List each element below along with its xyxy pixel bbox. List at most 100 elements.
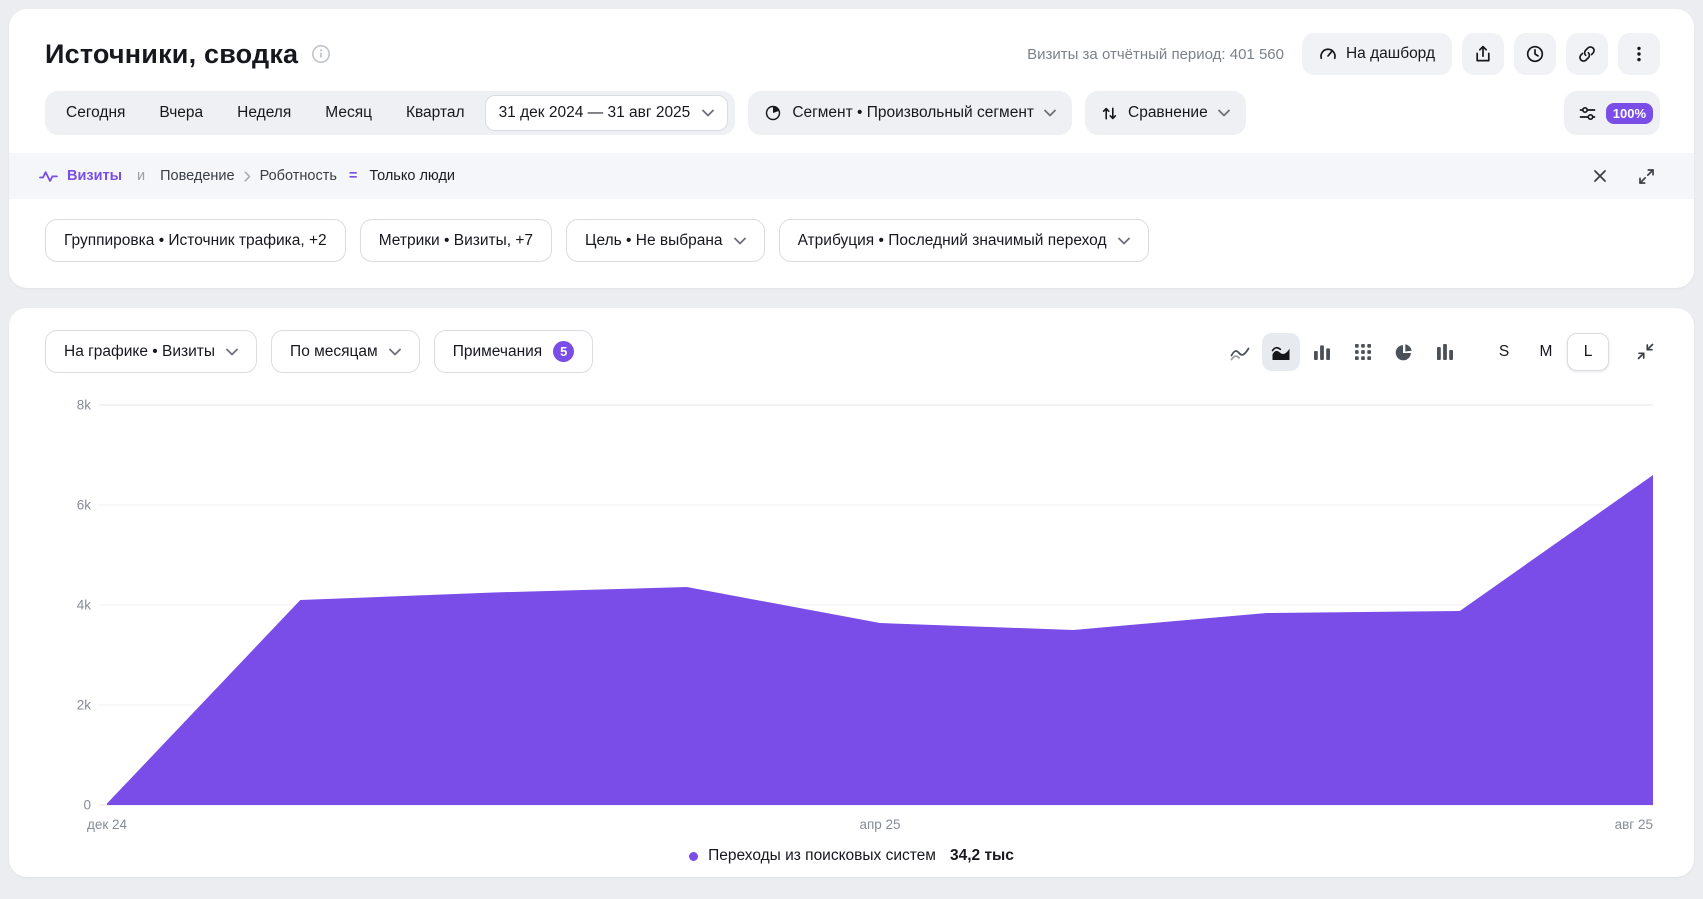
notes-button[interactable]: Примечания 5	[434, 330, 594, 373]
y-tick-label: 4k	[77, 598, 92, 613]
visits-period-summary: Визиты за отчётный период: 401 560	[1027, 46, 1284, 63]
chevron-right-icon	[244, 171, 251, 182]
pie-chart-type-button[interactable]	[1385, 333, 1423, 371]
to-dashboard-button[interactable]: На дашборд	[1302, 33, 1452, 75]
tab-today[interactable]: Сегодня	[49, 91, 142, 135]
comparison-dropdown[interactable]: Сравнение	[1085, 91, 1246, 135]
report-header-card: Источники, сводка Визиты за отчётный пер…	[9, 9, 1694, 288]
sampling-control[interactable]: 100%	[1564, 91, 1660, 135]
area-chart-type-button[interactable]	[1262, 333, 1300, 371]
clear-segment-button[interactable]	[1582, 158, 1618, 194]
link-icon	[1577, 44, 1597, 64]
chart-toolbar: На графике • Визиты По месяцам Примечани…	[9, 308, 1694, 385]
chevron-down-icon	[389, 348, 401, 356]
grouping-label: Группировка • Источник трафика, +2	[64, 232, 327, 250]
segment-metric[interactable]: Визиты	[39, 168, 122, 184]
pie-segment-icon	[764, 104, 782, 122]
line-chart-type-button[interactable]	[1221, 333, 1259, 371]
chart-area: 0 2k 4k 6k 8k дек 24 апр 25 авг 25	[9, 385, 1694, 845]
date-range-picker[interactable]: 31 дек 2024 — 31 авг 2025	[485, 95, 729, 131]
legend-label: Переходы из поисковых систем	[708, 847, 936, 865]
metrics-button[interactable]: Метрики • Визиты, +7	[360, 219, 552, 262]
tab-quarter[interactable]: Квартал	[389, 91, 482, 135]
x-tick-label: апр 25	[859, 817, 900, 832]
area-chart-icon	[1271, 342, 1291, 362]
y-tick-label: 6k	[77, 498, 92, 513]
segment-path-behavior: Поведение	[160, 168, 234, 184]
x-tick-label: дек 24	[87, 817, 128, 832]
copy-link-button[interactable]	[1566, 33, 1608, 75]
chart-card: На графике • Визиты По месяцам Примечани…	[9, 308, 1694, 877]
x-tick-label: авг 25	[1615, 817, 1653, 832]
size-m-button[interactable]: M	[1525, 333, 1567, 371]
y-tick-label: 0	[83, 798, 91, 813]
comparison-dropdown-label: Сравнение	[1128, 104, 1208, 122]
attribution-dropdown[interactable]: Атрибуция • Последний значимый переход	[779, 219, 1149, 262]
segment-condition-bar: Визиты и Поведение Роботность = Только л…	[9, 153, 1694, 199]
segment-condition[interactable]: Поведение Роботность = Только люди	[160, 168, 455, 184]
visits-area-chart[interactable]: 0 2k 4k 6k 8k дек 24 апр 25 авг 25	[37, 385, 1666, 845]
chevron-down-icon	[1044, 109, 1056, 117]
notes-count-badge: 5	[553, 341, 574, 362]
chevron-down-icon	[702, 109, 714, 117]
granularity-dropdown[interactable]: По месяцам	[271, 330, 420, 373]
comparison-icon	[1101, 105, 1118, 122]
pie-chart-icon	[1394, 342, 1414, 362]
header-actions: Визиты за отчётный период: 401 560 На да…	[1027, 33, 1660, 75]
segment-dropdown-label: Сегмент • Произвольный сегмент	[792, 104, 1034, 122]
goal-dropdown[interactable]: Цель • Не выбрана	[566, 219, 765, 262]
kebab-icon	[1629, 44, 1649, 64]
date-range-value: 31 дек 2024 — 31 авг 2025	[499, 104, 691, 122]
period-filters-row: Сегодня Вчера Неделя Месяц Квартал 31 де…	[45, 91, 1660, 135]
attribution-label: Атрибуция • Последний значимый переход	[798, 232, 1107, 250]
chevron-down-icon	[226, 348, 238, 356]
dashboard-icon	[1319, 45, 1337, 63]
column-chart-type-button[interactable]	[1426, 333, 1464, 371]
segment-metric-label: Визиты	[67, 168, 122, 184]
grouping-button[interactable]: Группировка • Источник трафика, +2	[45, 219, 346, 262]
chevron-down-icon	[1218, 109, 1230, 117]
stacked-grid-icon	[1353, 342, 1373, 362]
tab-yesterday[interactable]: Вчера	[142, 91, 220, 135]
share-button[interactable]	[1462, 33, 1504, 75]
stacked-chart-type-button[interactable]	[1344, 333, 1382, 371]
tab-month[interactable]: Месяц	[308, 91, 389, 135]
segment-dropdown[interactable]: Сегмент • Произвольный сегмент	[748, 91, 1072, 135]
size-s-button[interactable]: S	[1483, 333, 1525, 371]
legend-value: 34,2 тыс	[950, 847, 1014, 865]
y-tick-label: 2k	[77, 698, 92, 713]
granularity-label: По месяцам	[290, 343, 378, 361]
bar-chart-icon	[1312, 342, 1332, 362]
sliders-icon	[1578, 104, 1597, 123]
share-icon	[1473, 44, 1493, 64]
on-chart-dropdown[interactable]: На графике • Визиты	[45, 330, 257, 373]
history-button[interactable]	[1514, 33, 1556, 75]
clock-icon	[1525, 44, 1545, 64]
chart-size-group: S M L	[1483, 333, 1609, 371]
size-l-button[interactable]: L	[1567, 333, 1609, 371]
bar-chart-type-button[interactable]	[1303, 333, 1341, 371]
to-dashboard-label: На дашборд	[1346, 45, 1435, 63]
segment-bar-actions	[1582, 158, 1664, 194]
expand-icon	[1638, 168, 1655, 185]
chevron-down-icon	[1118, 237, 1130, 245]
more-menu-button[interactable]	[1618, 33, 1660, 75]
visits-pulse-icon	[39, 169, 58, 183]
segment-equals-sign: =	[346, 168, 360, 184]
chart-legend[interactable]: Переходы из поисковых систем 34,2 тыс	[9, 847, 1694, 865]
info-icon[interactable]	[311, 44, 331, 64]
expand-segment-button[interactable]	[1628, 158, 1664, 194]
page-title: Источники, сводка	[45, 39, 298, 70]
legend-dot	[689, 852, 698, 861]
area-series	[107, 475, 1653, 805]
report-settings-row: Группировка • Источник трафика, +2 Метри…	[45, 219, 1658, 288]
header-row: Источники, сводка Визиты за отчётный пер…	[9, 9, 1694, 75]
tab-week[interactable]: Неделя	[220, 91, 308, 135]
segment-operator-and: и	[137, 168, 145, 184]
y-tick-label: 8k	[77, 398, 92, 413]
chevron-down-icon	[734, 237, 746, 245]
collapse-icon	[1637, 343, 1654, 360]
collapse-chart-button[interactable]	[1626, 333, 1664, 371]
on-chart-label: На графике • Визиты	[64, 343, 215, 361]
goal-label: Цель • Не выбрана	[585, 232, 723, 250]
